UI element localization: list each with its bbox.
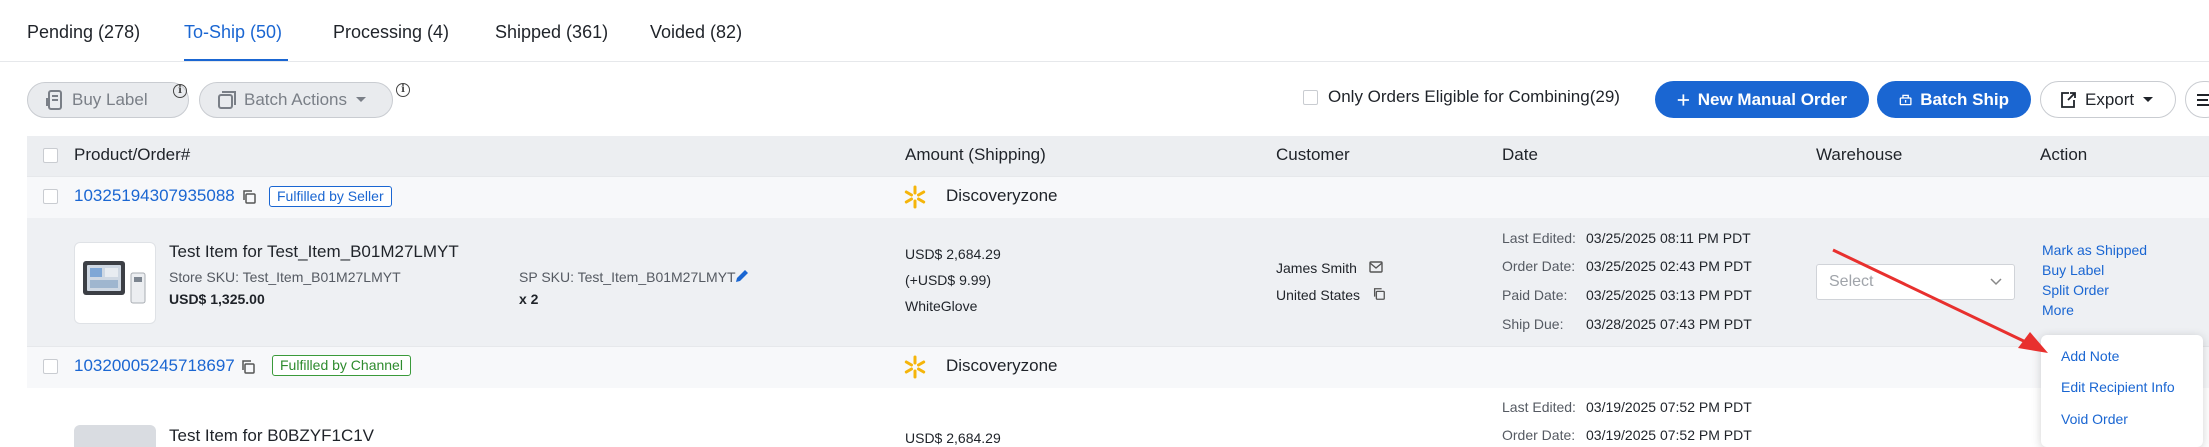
item-title: Test Item for B0BZYF1C1V: [169, 426, 375, 445]
store-name: Discoveryzone: [946, 186, 1058, 205]
column-settings-button[interactable]: [2185, 81, 2209, 118]
batch-actions-info-icon[interactable]: i: [396, 83, 410, 97]
column-header-date: Date: [1502, 145, 1538, 164]
date-value: 03/19/2025 07:52 PM PDT: [1586, 399, 1752, 415]
date-label: Last Edited:: [1502, 399, 1576, 415]
store-sku: Store SKU: Test_Item_B01M27LMYT: [169, 269, 401, 285]
order-number-link[interactable]: 10325194307935088: [74, 186, 235, 206]
tab-voided[interactable]: Voided (82): [650, 22, 742, 43]
customer-name: James Smith: [1276, 260, 1357, 276]
mark-as-shipped-link[interactable]: Mark as Shipped: [2042, 242, 2147, 258]
combine-filter-label[interactable]: Only Orders Eligible for Combining(29): [1328, 87, 1620, 107]
date-value: 03/25/2025 03:13 PM PDT: [1586, 287, 1752, 303]
warehouse-select[interactable]: Select: [1816, 264, 2015, 300]
ship-box-icon: [1899, 94, 1912, 105]
plus-icon: [1677, 93, 1689, 106]
export-text: Export: [2085, 89, 2135, 109]
fulfillment-badge: Fulfilled by Seller: [269, 186, 392, 207]
tabs-divider: [0, 61, 2209, 62]
store-name: Discoveryzone: [946, 356, 1058, 375]
customer-country: United States: [1276, 287, 1361, 303]
date-value: 03/25/2025 08:11 PM PDT: [1586, 230, 1751, 246]
new-manual-order-text: New Manual Order: [1697, 89, 1847, 109]
chevron-down-icon: [2143, 96, 2154, 102]
date-value: 03/19/2025 07:52 PM PDT: [1586, 427, 1752, 443]
buy-label-info-icon[interactable]: i: [173, 84, 187, 98]
order-amount: USD$ 2,684.29: [905, 246, 1001, 262]
order-amount: USD$ 2,684.29: [905, 430, 1001, 446]
fulfillment-badge: Fulfilled by Channel: [272, 355, 411, 376]
select-all-checkbox[interactable]: [43, 148, 58, 163]
chevron-down-icon: [1990, 278, 2002, 286]
warehouse-select-placeholder: Select: [1829, 273, 1874, 290]
more-link[interactable]: More: [2042, 302, 2074, 318]
date-value: 03/28/2025 07:43 PM PDT: [1586, 316, 1752, 332]
void-order-menu-item[interactable]: Void Order: [2061, 411, 2128, 427]
tab-to-ship[interactable]: To-Ship (50): [184, 22, 282, 43]
product-thumbnail[interactable]: [74, 425, 156, 447]
new-manual-order-button[interactable]: New Manual Order: [1655, 81, 1869, 118]
item-title: Test Item for Test_Item_B01M27LMYT: [169, 242, 459, 261]
list-settings-icon: [2197, 93, 2209, 106]
shipping-service: WhiteGlove: [905, 298, 978, 314]
split-order-link[interactable]: Split Order: [2042, 282, 2109, 298]
item-price: USD$ 1,325.00: [169, 291, 265, 307]
tab-processing[interactable]: Processing (4): [333, 22, 449, 43]
date-value: 03/25/2025 02:43 PM PDT: [1586, 258, 1752, 274]
mail-icon[interactable]: [1369, 261, 1383, 273]
column-header-warehouse: Warehouse: [1816, 145, 1903, 164]
shipping-amount: (+USD$ 9.99): [905, 272, 991, 288]
buy-label-link[interactable]: Buy Label: [2042, 262, 2104, 278]
label-printer-icon: [46, 90, 62, 110]
copy-icon[interactable]: [1372, 287, 1386, 301]
column-header-action: Action: [2040, 145, 2088, 164]
column-header-amount: Amount (Shipping): [905, 145, 1046, 164]
chevron-down-icon: [356, 97, 367, 102]
product-thumbnail[interactable]: [74, 242, 156, 324]
buy-label-text: Buy Label: [72, 90, 148, 109]
tab-shipped[interactable]: Shipped (361): [495, 22, 608, 43]
date-label: Last Edited:: [1502, 230, 1576, 246]
sp-sku: SP SKU: Test_Item_B01M27LMYT: [519, 269, 736, 285]
more-actions-menu: Add Note Edit Recipient Info Void Order: [2041, 335, 2203, 447]
order-checkbox[interactable]: [43, 359, 58, 374]
buy-label-button[interactable]: Buy Label: [27, 82, 189, 118]
batch-icon: [218, 91, 236, 109]
column-header-product: Product/Order#: [74, 145, 191, 164]
add-note-menu-item[interactable]: Add Note: [2061, 348, 2119, 364]
batch-actions-button[interactable]: Batch Actions: [199, 82, 393, 118]
weather-station-image: [83, 261, 146, 304]
copy-icon[interactable]: [241, 189, 257, 205]
copy-icon[interactable]: [240, 359, 256, 375]
tab-pending[interactable]: Pending (278): [27, 22, 140, 43]
walmart-spark-icon: [904, 185, 926, 209]
date-label: Order Date:: [1502, 258, 1576, 274]
item-quantity: x 2: [519, 291, 539, 307]
batch-ship-button[interactable]: Batch Ship: [1877, 81, 2031, 118]
walmart-spark-icon: [904, 355, 926, 379]
export-icon: [2061, 91, 2076, 108]
edit-pencil-icon[interactable]: [734, 268, 750, 284]
batch-ship-text: Batch Ship: [1920, 89, 2009, 109]
order-checkbox[interactable]: [43, 189, 58, 204]
order-number-link[interactable]: 10320005245718697: [74, 356, 235, 376]
batch-actions-text: Batch Actions: [244, 90, 348, 109]
column-header-customer: Customer: [1276, 145, 1350, 164]
date-label: Order Date:: [1502, 427, 1576, 443]
edit-recipient-info-menu-item[interactable]: Edit Recipient Info: [2061, 379, 2175, 395]
date-label: Paid Date:: [1502, 287, 1568, 303]
date-label: Ship Due:: [1502, 316, 1564, 332]
combine-filter-checkbox[interactable]: [1303, 90, 1318, 105]
export-button[interactable]: Export: [2040, 81, 2176, 118]
